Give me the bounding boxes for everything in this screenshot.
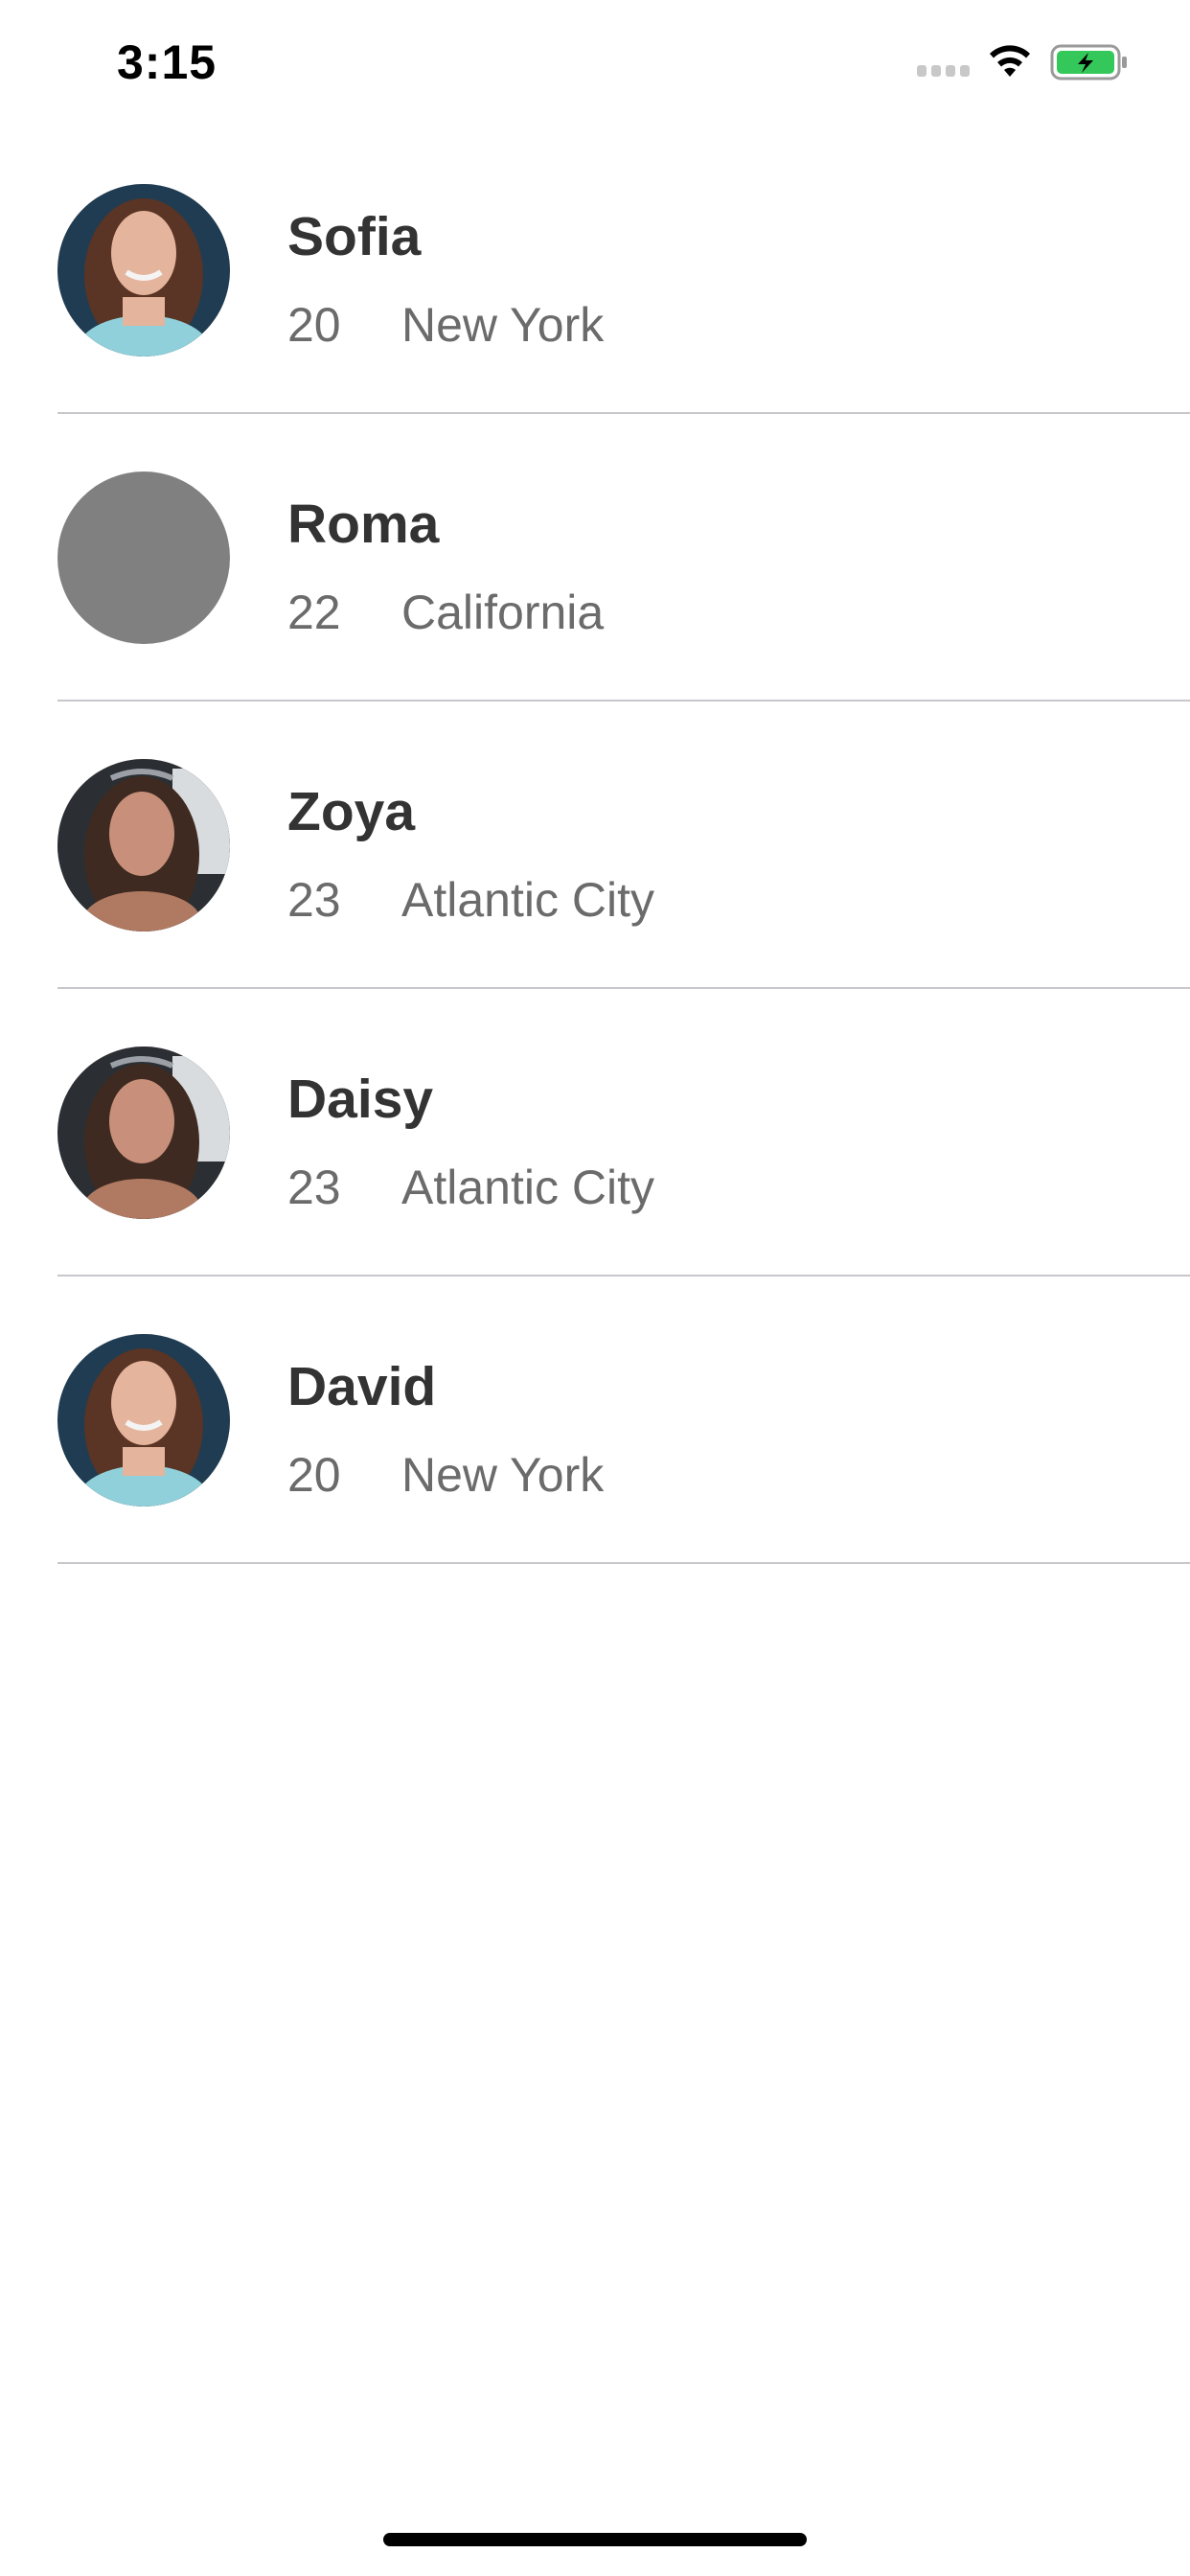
list-item[interactable]: Roma 22 California: [0, 414, 1190, 702]
contact-city: New York: [401, 1448, 605, 1502]
list-item[interactable]: Daisy 23 Atlantic City: [0, 989, 1190, 1276]
cellular-signal-icon: [917, 65, 971, 77]
list-item[interactable]: Zoya 23 Atlantic City: [0, 702, 1190, 989]
avatar: [57, 759, 230, 932]
contact-age: 23: [287, 873, 341, 927]
battery-icon: [1050, 44, 1129, 80]
contact-name: Daisy: [287, 1069, 434, 1130]
avatar-placeholder: [57, 472, 230, 644]
avatar: [57, 1046, 230, 1219]
avatar: [57, 184, 230, 356]
contact-name: Sofia: [287, 206, 422, 267]
contact-city: Atlantic City: [401, 873, 654, 927]
home-indicator[interactable]: [383, 2533, 807, 2546]
contact-name: Roma: [287, 494, 440, 555]
status-bar: 3:15: [0, 0, 1190, 126]
contact-name: Zoya: [287, 781, 416, 842]
contact-age: 20: [287, 1448, 341, 1502]
status-time: 3:15: [117, 35, 217, 89]
contact-name: David: [287, 1356, 437, 1417]
contact-city: Atlantic City: [401, 1161, 654, 1214]
avatar: [57, 1334, 230, 1506]
contact-age: 20: [287, 298, 341, 352]
contact-age: 22: [287, 586, 341, 639]
wifi-icon: [987, 42, 1033, 80]
contacts-list: Sofia 20 New York Roma 22 California Zoy…: [0, 126, 1190, 1564]
list-item[interactable]: Sofia 20 New York: [0, 126, 1190, 414]
contact-city: New York: [401, 298, 605, 352]
contact-age: 23: [287, 1161, 341, 1214]
contact-city: California: [401, 586, 605, 639]
list-item[interactable]: David 20 New York: [0, 1276, 1190, 1564]
